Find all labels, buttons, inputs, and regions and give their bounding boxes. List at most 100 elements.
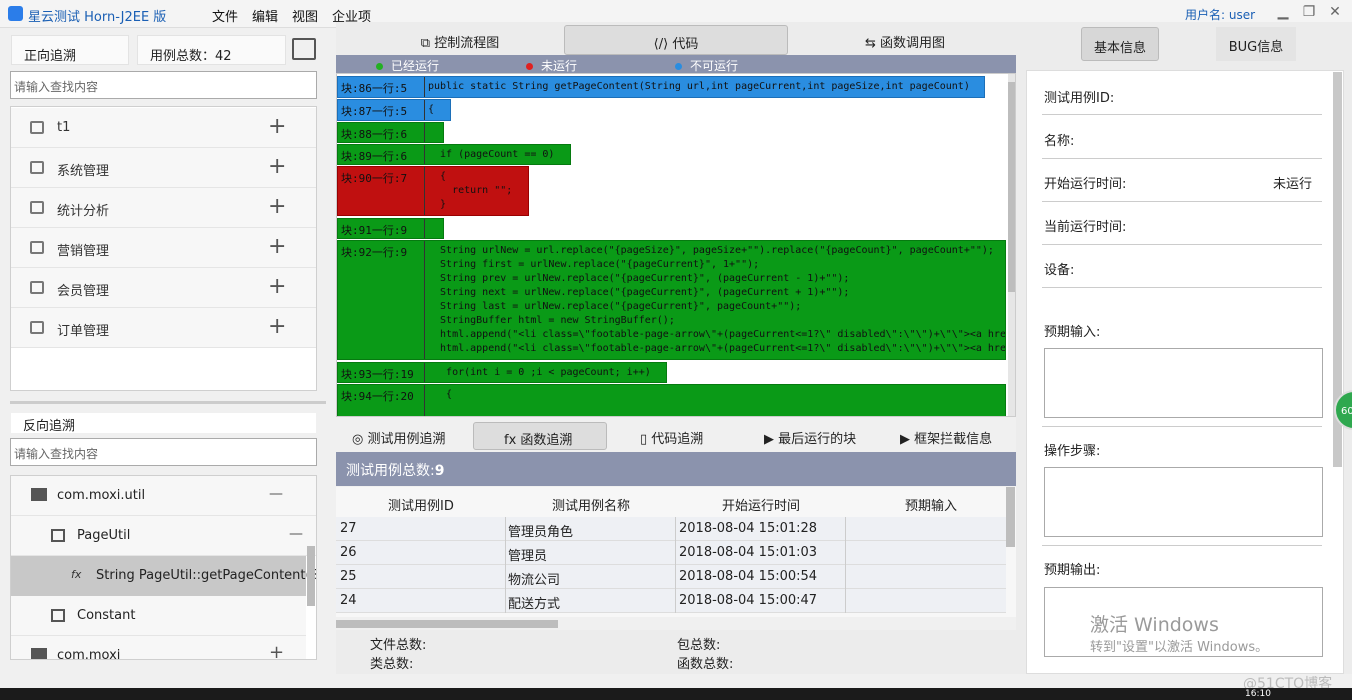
tree-node-package[interactable]: com.moxi.util — bbox=[11, 476, 316, 516]
search-input-reverse[interactable]: 请输入查找内容 bbox=[10, 438, 317, 466]
table-row[interactable]: 24 配送方式 2018-08-04 15:00:47 bbox=[336, 589, 1006, 613]
page-icon: ▯ bbox=[640, 432, 652, 447]
expected-input-label: 预期输入: bbox=[1044, 325, 1101, 340]
app-logo-icon bbox=[8, 6, 23, 21]
divider bbox=[1042, 244, 1322, 245]
h-scrollbar-thumb[interactable] bbox=[336, 620, 558, 628]
expected-input-field[interactable] bbox=[1044, 348, 1323, 418]
code-block[interactable]: 块:90一行:7 { return ""; } bbox=[337, 166, 529, 216]
legend-unreachable: 不可运行 bbox=[675, 57, 738, 74]
start-time-value: 未运行 bbox=[1273, 177, 1313, 192]
expand-plus-icon[interactable]: + bbox=[268, 234, 286, 259]
code-block[interactable]: 块:87一行:5{ bbox=[337, 99, 451, 121]
code-block[interactable]: 块:93一行:19 for(int i = 0 ;i < pageCount; … bbox=[337, 362, 667, 383]
tab-testcase-trace[interactable]: ◎ 测试用例追溯 bbox=[352, 422, 446, 450]
tab-last-run-block[interactable]: ▶ 最后运行的块 bbox=[764, 422, 856, 450]
tree-node-package[interactable]: com.moxi + bbox=[11, 636, 306, 659]
divider bbox=[1042, 201, 1322, 202]
list-icon bbox=[30, 161, 44, 174]
search-input[interactable]: 请输入查找内容 bbox=[10, 71, 317, 99]
module-item[interactable]: 订单管理 + bbox=[11, 308, 316, 348]
watermark-title: 激活 Windows bbox=[1090, 614, 1219, 636]
splitter[interactable] bbox=[10, 401, 326, 404]
case-total-label: 用例总数：42 bbox=[137, 35, 286, 65]
code-block[interactable]: 块:91一行:9 bbox=[337, 218, 444, 239]
code-block[interactable]: 块:92一行:9 String urlNew = url.replace("{p… bbox=[337, 240, 1006, 360]
tree-node-function-selected[interactable]: fx String PageUtil::getPageContent(St bbox=[11, 556, 316, 596]
divider bbox=[1042, 287, 1322, 288]
app-title: 星云测试 Horn-J2EE 版 bbox=[28, 10, 167, 25]
tab-control-flow[interactable]: ⧉ 控制流程图 bbox=[380, 25, 540, 55]
export-icon[interactable] bbox=[292, 38, 316, 60]
expand-plus-icon[interactable]: + bbox=[268, 274, 286, 299]
module-item[interactable]: 统计分析 + bbox=[11, 188, 316, 228]
play-icon: ▶ bbox=[764, 432, 779, 447]
field-testcase-id: 测试用例ID: bbox=[1044, 91, 1115, 106]
scrollbar-thumb[interactable] bbox=[1006, 487, 1015, 547]
close-icon[interactable]: ✕ bbox=[1324, 4, 1346, 22]
menu-view[interactable]: 视图 bbox=[292, 6, 318, 25]
tab-framework-intercept[interactable]: ▶ 框架拦截信息 bbox=[900, 422, 992, 450]
stat-packages: 包总数: bbox=[677, 638, 721, 653]
tab-call-graph[interactable]: ⇆ 函数调用图 bbox=[830, 25, 980, 55]
table-row[interactable]: 27 管理员角色 2018-08-04 15:01:28 bbox=[336, 517, 1006, 541]
tab-code[interactable]: ⟨/⟩ 代码 bbox=[564, 25, 788, 55]
tab-code-trace[interactable]: ▯ 代码追溯 bbox=[640, 422, 703, 450]
scrollbar-thumb[interactable] bbox=[1008, 82, 1015, 292]
module-item[interactable]: 会员管理 + bbox=[11, 268, 316, 308]
collapse-icon[interactable]: — bbox=[289, 526, 303, 542]
steps-field[interactable] bbox=[1044, 467, 1323, 537]
column-header[interactable]: 开始运行时间 bbox=[722, 495, 800, 514]
code-block[interactable]: 块:88一行:6 bbox=[337, 122, 444, 143]
scrollbar[interactable] bbox=[307, 546, 315, 606]
tree-node-class[interactable]: Constant bbox=[11, 596, 306, 636]
code-view[interactable]: 块:86一行:5 public static String getPageCont… bbox=[336, 73, 1016, 417]
function-icon: fx bbox=[504, 433, 521, 448]
column-header[interactable]: 预期输入 bbox=[905, 495, 957, 514]
reverse-trace-label[interactable]: 反向追溯 bbox=[11, 413, 316, 434]
expand-plus-icon[interactable]: + bbox=[269, 642, 284, 659]
column-divider bbox=[675, 517, 676, 613]
tree-node-class[interactable]: PageUtil — bbox=[11, 516, 316, 556]
divider bbox=[1042, 545, 1322, 546]
tab-basic-info[interactable]: 基本信息 bbox=[1081, 27, 1159, 61]
green-dot-icon bbox=[376, 63, 383, 70]
menu-edit[interactable]: 编辑 bbox=[252, 6, 278, 25]
code-block[interactable]: 块:86一行:5 public static String getPageCont… bbox=[337, 76, 985, 98]
taskbar bbox=[0, 688, 1352, 700]
code-block[interactable]: 块:89一行:6 if (pageCount == 0) bbox=[337, 144, 571, 165]
table-row[interactable]: 26 管理员 2018-08-04 15:01:03 bbox=[336, 541, 1006, 565]
code-icon: ⟨/⟩ bbox=[653, 37, 673, 52]
function-icon: fx bbox=[71, 568, 82, 581]
module-item[interactable]: 营销管理 + bbox=[11, 228, 316, 268]
folder-icon bbox=[31, 488, 47, 501]
restore-icon[interactable]: ❐ bbox=[1298, 4, 1320, 22]
column-divider bbox=[505, 517, 506, 613]
tab-function-trace[interactable]: fx 函数追溯 bbox=[473, 422, 607, 450]
red-dot-icon bbox=[526, 63, 533, 70]
column-divider bbox=[845, 517, 846, 613]
table-row[interactable]: 25 物流公司 2018-08-04 15:00:54 bbox=[336, 565, 1006, 589]
field-name: 名称: bbox=[1044, 134, 1075, 149]
collapse-icon[interactable]: — bbox=[269, 486, 283, 502]
field-current-time: 当前运行时间: bbox=[1044, 220, 1127, 235]
forward-trace-button[interactable]: 正向追溯 bbox=[11, 35, 129, 65]
column-header[interactable]: 测试用例ID bbox=[388, 495, 454, 514]
divider bbox=[1042, 114, 1322, 115]
tab-bug-info[interactable]: BUG信息 bbox=[1216, 27, 1296, 61]
module-item[interactable]: t1 + bbox=[11, 108, 316, 148]
taskbar-clock: 16:10 bbox=[1245, 689, 1271, 699]
expand-plus-icon[interactable]: + bbox=[268, 154, 286, 179]
column-header[interactable]: 测试用例名称 bbox=[552, 495, 630, 514]
minimize-icon[interactable]: ▁ bbox=[1272, 4, 1294, 22]
blue-dot-icon bbox=[675, 63, 682, 70]
expected-output-label: 预期输出: bbox=[1044, 563, 1101, 578]
list-icon bbox=[30, 241, 44, 254]
module-item[interactable]: 系统管理 + bbox=[11, 148, 316, 188]
expand-plus-icon[interactable]: + bbox=[268, 114, 286, 139]
expand-plus-icon[interactable]: + bbox=[268, 194, 286, 219]
menu-file[interactable]: 文件 bbox=[212, 6, 238, 25]
expand-plus-icon[interactable]: + bbox=[268, 314, 286, 339]
divider bbox=[1042, 426, 1322, 427]
code-block[interactable]: 块:94一行:20 { bbox=[337, 384, 1006, 416]
